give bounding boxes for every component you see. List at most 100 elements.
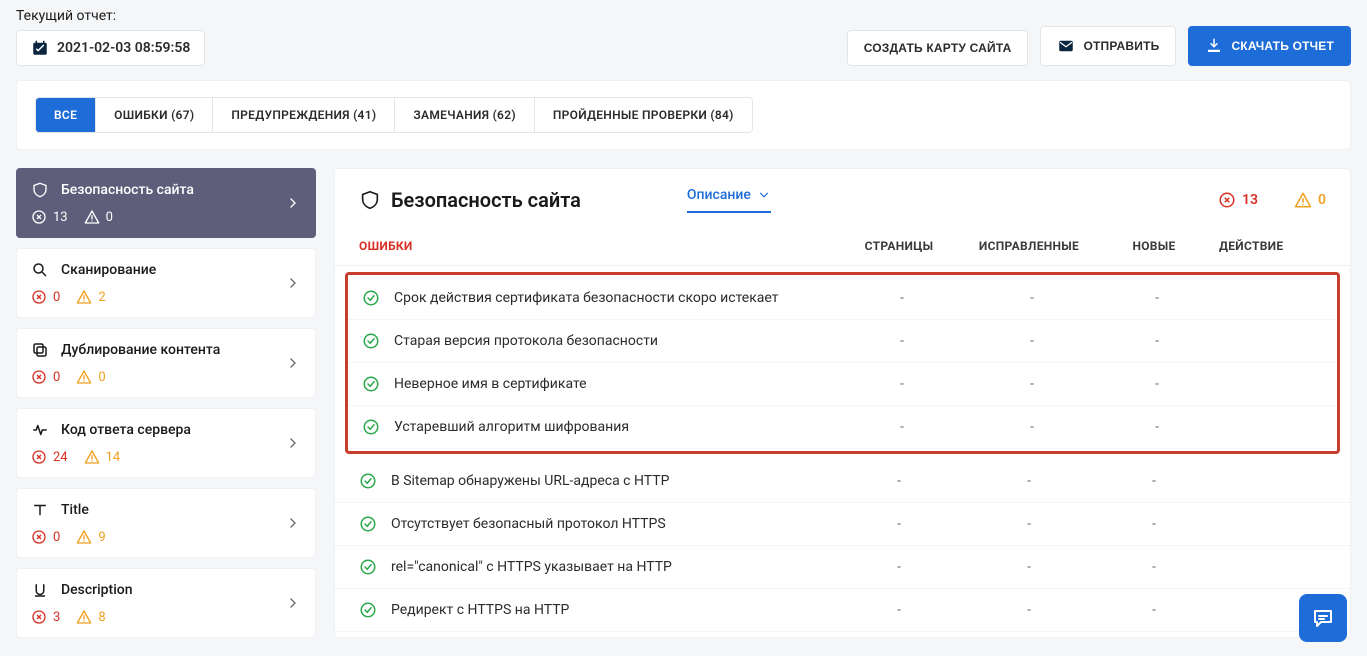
table-row[interactable]: Редирект с HTTPS на HTTP - - -	[335, 589, 1350, 632]
row-name: Старая версия протокола безопасности	[394, 333, 658, 349]
main-header: Безопасность сайта Описание 13 0	[335, 169, 1350, 221]
row-fixed: -	[962, 333, 1102, 349]
report-datetime-value: 2021-02-03 08:59:58	[57, 40, 190, 56]
error-count: 0	[31, 529, 60, 545]
calendar-icon	[31, 39, 49, 57]
row-fixed: -	[962, 419, 1102, 435]
table-row[interactable]: Старая версия протокола безопасности - -…	[348, 320, 1337, 363]
send-label: ОТПРАВИТЬ	[1083, 39, 1159, 53]
col-fixed: ИСПРАВЛЕННЫЕ	[959, 239, 1099, 253]
tab-notes[interactable]: ЗАМЕЧАНИЯ (62)	[395, 98, 534, 132]
row-pages: -	[842, 333, 962, 349]
error-count: 24	[31, 449, 68, 465]
topbar: Текущий отчет: 2021-02-03 08:59:58 СОЗДА…	[0, 0, 1367, 80]
check-circle-icon	[359, 558, 377, 576]
create-sitemap-label: СОЗДАТЬ КАРТУ САЙТА	[864, 41, 1012, 55]
table-row[interactable]: В Sitemap обнаружены URL-адреса с HTTP -…	[335, 460, 1350, 503]
row-new: -	[1099, 516, 1209, 532]
tab-all[interactable]: ВСЕ	[36, 98, 96, 132]
error-count: 13	[31, 209, 68, 225]
current-report-block: Текущий отчет: 2021-02-03 08:59:58	[16, 8, 205, 66]
warning-count: 0	[76, 369, 105, 385]
pulse-icon	[31, 421, 49, 439]
row-pages: -	[839, 473, 959, 489]
row-pages: -	[839, 516, 959, 532]
tab-errors[interactable]: ОШИБКИ (67)	[96, 98, 213, 132]
error-count: 0	[31, 369, 60, 385]
content: Безопасность сайта 13 0 Сканирование 0 2	[0, 150, 1367, 638]
chevron-down-icon	[757, 188, 771, 202]
help-chat-button[interactable]	[1299, 594, 1347, 642]
row-new: -	[1099, 473, 1209, 489]
row-new: -	[1102, 376, 1212, 392]
sidebar: Безопасность сайта 13 0 Сканирование 0 2	[16, 168, 316, 638]
row-fixed: -	[959, 473, 1099, 489]
filter-tabs-card: ВСЕ ОШИБКИ (67) ПРЕДУПРЕЖДЕНИЯ (41) ЗАМЕ…	[16, 80, 1351, 150]
download-report-button[interactable]: СКАЧАТЬ ОТЧЕТ	[1188, 26, 1351, 66]
filter-tabs: ВСЕ ОШИБКИ (67) ПРЕДУПРЕЖДЕНИЯ (41) ЗАМЕ…	[35, 97, 753, 133]
row-new: -	[1102, 290, 1212, 306]
header-error-count: 13	[1218, 191, 1258, 209]
copy-icon	[31, 341, 49, 359]
table-row[interactable]: rel="canonical" с HTTPS указывает на HTT…	[335, 546, 1350, 589]
sidebar-item-security[interactable]: Безопасность сайта 13 0	[16, 168, 316, 238]
chat-icon	[1311, 606, 1335, 630]
send-button[interactable]: ОТПРАВИТЬ	[1040, 26, 1176, 66]
col-errors: ОШИБКИ	[359, 239, 839, 253]
sidebar-item-description[interactable]: Description 3 8	[16, 568, 316, 638]
warning-count: 0	[84, 209, 113, 225]
shield-icon	[31, 181, 49, 199]
check-circle-icon	[359, 472, 377, 490]
sidebar-item-title[interactable]: Title 0 9	[16, 488, 316, 558]
row-name: Устаревший алгоритм шифрования	[394, 419, 629, 435]
chevron-right-icon	[285, 355, 301, 371]
highlighted-rows: Срок действия сертификата безопасности с…	[345, 272, 1340, 454]
table-row[interactable]: Срок действия сертификата безопасности с…	[348, 277, 1337, 320]
check-circle-icon	[362, 289, 380, 307]
row-new: -	[1099, 602, 1209, 618]
check-circle-icon	[359, 601, 377, 619]
row-name: Срок действия сертификата безопасности с…	[394, 290, 778, 306]
table-row[interactable]: Отсутствует безопасный протокол HTTPS - …	[335, 503, 1350, 546]
tab-warnings[interactable]: ПРЕДУПРЕЖДЕНИЯ (41)	[213, 98, 395, 132]
row-fixed: -	[959, 559, 1099, 575]
warning-count: 9	[76, 529, 105, 545]
tab-passed[interactable]: ПРОЙДЕННЫЕ ПРОВЕРКИ (84)	[535, 98, 752, 132]
chevron-right-icon	[285, 195, 301, 211]
table-row[interactable]: Неверное имя в сертификате - - -	[348, 363, 1337, 406]
chevron-right-icon	[285, 515, 301, 531]
main-title: Безопасность сайта	[359, 188, 581, 212]
create-sitemap-button[interactable]: СОЗДАТЬ КАРТУ САЙТА	[847, 30, 1029, 66]
row-fixed: -	[962, 376, 1102, 392]
row-pages: -	[842, 376, 962, 392]
chevron-right-icon	[285, 275, 301, 291]
header-counts: 13 0	[1218, 191, 1326, 209]
sidebar-item-label: Дублирование контента	[61, 342, 301, 358]
sidebar-item-label: Код ответа сервера	[61, 422, 301, 438]
description-tab[interactable]: Описание	[687, 187, 771, 213]
row-new: -	[1102, 419, 1212, 435]
check-circle-icon	[362, 418, 380, 436]
error-count: 3	[31, 609, 60, 625]
row-pages: -	[839, 559, 959, 575]
warning-count: 2	[76, 289, 105, 305]
download-icon	[1205, 37, 1223, 55]
underline-icon	[31, 581, 49, 599]
check-circle-icon	[359, 515, 377, 533]
sidebar-item-label: Description	[61, 582, 301, 598]
col-action: ДЕЙСТВИЕ	[1209, 239, 1326, 253]
current-report-label: Текущий отчет:	[16, 8, 205, 24]
sidebar-item-crawl[interactable]: Сканирование 0 2	[16, 248, 316, 318]
table-row[interactable]: Устаревший алгоритм шифрования - - -	[348, 406, 1337, 449]
shield-icon	[359, 189, 381, 211]
row-name: В Sitemap обнаружены URL-адреса с HTTP	[391, 473, 669, 489]
sidebar-item-label: Сканирование	[61, 262, 301, 278]
row-fixed: -	[959, 602, 1099, 618]
description-tab-label: Описание	[687, 187, 751, 203]
sidebar-item-response[interactable]: Код ответа сервера 24 14	[16, 408, 316, 478]
sidebar-item-duplicate[interactable]: Дублирование контента 0 0	[16, 328, 316, 398]
sidebar-item-label: Title	[61, 502, 301, 518]
row-pages: -	[839, 602, 959, 618]
report-datetime-select[interactable]: 2021-02-03 08:59:58	[16, 30, 205, 66]
main-panel: Безопасность сайта Описание 13 0 ОШИБКИ …	[334, 168, 1351, 638]
